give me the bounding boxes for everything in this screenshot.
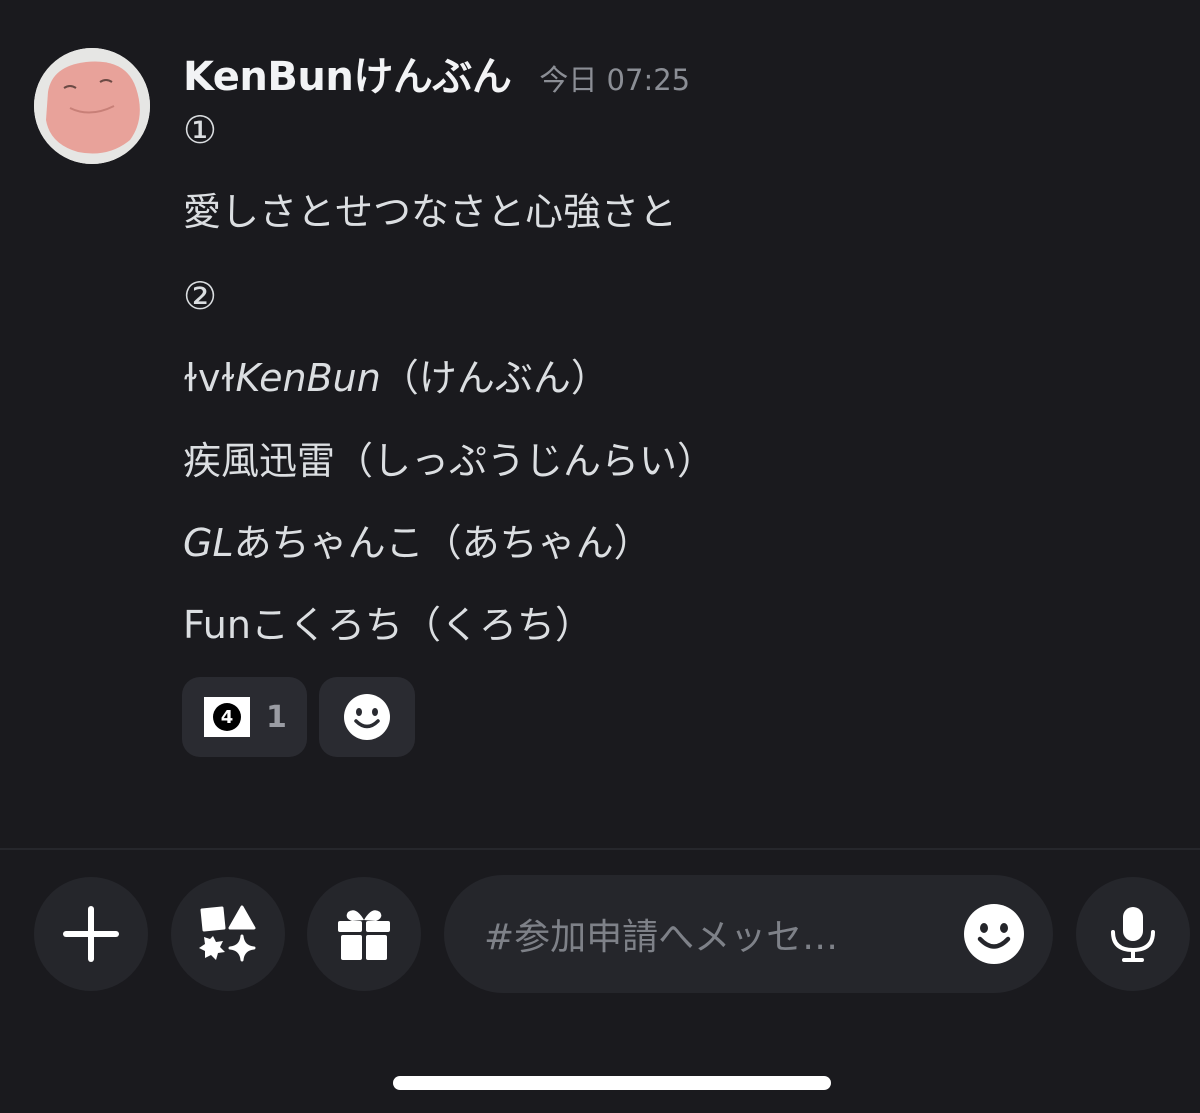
line-suffix: あちゃんこ（あちゃん） — [233, 521, 652, 565]
gift-icon — [338, 910, 390, 960]
message-input[interactable]: #参加申請へメッセ… — [444, 875, 1053, 993]
message-input-placeholder: #参加申請へメッセ… — [484, 917, 839, 958]
line-suffix: （けんぶん） — [380, 356, 609, 400]
message-timestamp: 今日 07:25 — [539, 63, 691, 97]
line-italic: GL — [183, 521, 234, 565]
reaction-pill[interactable]: 4 1 — [182, 677, 307, 757]
message-line: 疾風迅雷（しっぷうじんらい） — [183, 439, 716, 483]
number-emoji: 4 — [213, 703, 241, 731]
add-reaction-button[interactable] — [319, 677, 415, 757]
voice-message-button[interactable] — [1076, 877, 1190, 991]
user-avatar[interactable] — [34, 48, 150, 164]
message-line: ① — [183, 108, 218, 152]
line-prefix: ɫvɫ — [183, 356, 236, 400]
reaction-count: 1 — [266, 699, 287, 735]
message-line: ② — [183, 274, 218, 318]
emoji-smile-icon — [344, 694, 390, 740]
message-line: GLあちゃんこ（あちゃん） — [183, 521, 652, 565]
apps-button[interactable] — [171, 877, 285, 991]
username[interactable]: KenBunけんぶん — [183, 44, 512, 102]
divider — [0, 848, 1200, 850]
home-indicator[interactable] — [393, 1076, 831, 1090]
message-header: KenBunけんぶん 今日 07:25 — [183, 44, 690, 104]
emoji-picker-icon[interactable] — [963, 903, 1025, 965]
avatar-image — [34, 48, 150, 164]
apps-icon — [199, 905, 256, 962]
reaction-emoji: 4 — [204, 697, 250, 737]
message-line: 愛しさとせつなさと心強さと — [183, 190, 678, 234]
microphone-icon — [1111, 907, 1155, 962]
line-italic: KenBun — [235, 356, 381, 400]
message-line: Funこくろち（くろち） — [183, 603, 593, 647]
chat-screen: KenBunけんぶん 今日 07:25 ① 愛しさとせつなさと心強さと ② ɫv… — [0, 0, 1200, 1113]
attach-button[interactable] — [34, 877, 148, 991]
gift-button[interactable] — [307, 877, 421, 991]
message-line: ɫvɫKenBun（けんぶん） — [183, 356, 609, 400]
plus-icon — [63, 906, 119, 962]
